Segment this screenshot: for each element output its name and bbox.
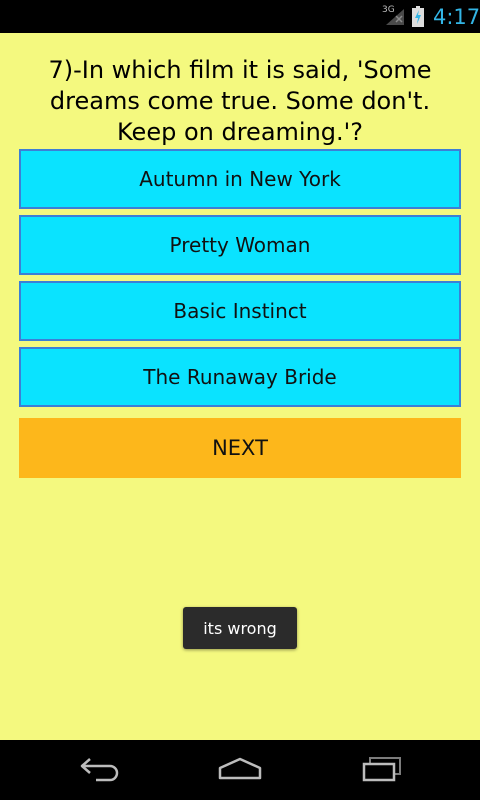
status-bar: 3G 4:17: [0, 0, 480, 33]
back-button[interactable]: [70, 756, 130, 786]
clock: 4:17: [433, 5, 480, 29]
answer-button-2[interactable]: Pretty Woman: [19, 215, 461, 275]
back-icon: [80, 758, 119, 782]
home-icon: [218, 757, 262, 780]
answer-button-1[interactable]: Autumn in New York: [19, 149, 461, 209]
answer-button-3[interactable]: Basic Instinct: [19, 281, 461, 341]
recent-apps-icon: [362, 757, 401, 782]
question-text: 7)-In which film it is said, 'Some dream…: [48, 56, 432, 146]
battery-charging-icon: [412, 6, 424, 32]
quiz-screen: 7)-In which film it is said, 'Some dream…: [0, 33, 480, 740]
toast-message: its wrong: [183, 607, 297, 649]
navigation-bar: [0, 740, 480, 800]
answer-button-4[interactable]: The Runaway Bride: [19, 347, 461, 407]
signal-icon: [386, 9, 406, 30]
home-button[interactable]: [210, 756, 270, 786]
recent-apps-button[interactable]: [352, 756, 412, 786]
next-button[interactable]: NEXT: [19, 418, 461, 478]
